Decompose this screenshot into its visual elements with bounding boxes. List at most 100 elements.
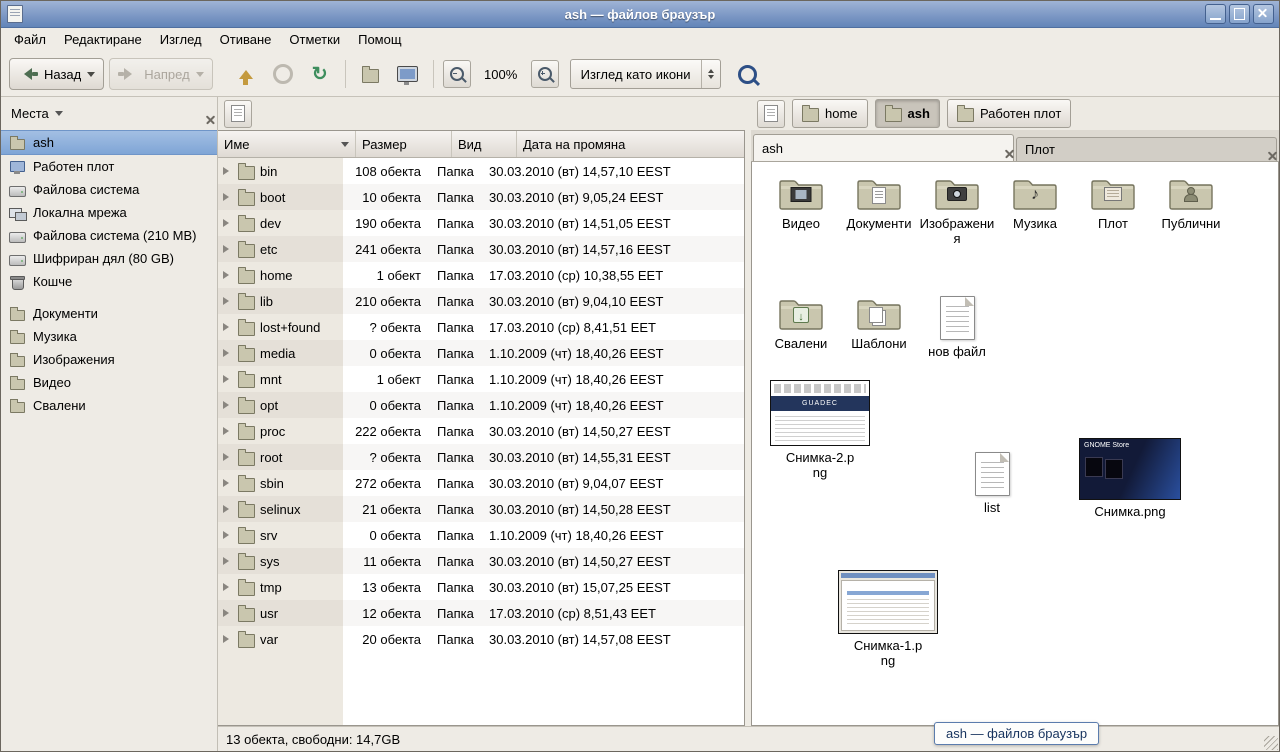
column-header-size[interactable]: Размер bbox=[356, 131, 452, 157]
window-app-icon[interactable] bbox=[7, 5, 23, 23]
table-row[interactable]: tmp 13 обекта Папка 30.03.2010 (вт) 15,0… bbox=[218, 574, 744, 600]
table-row[interactable]: usr 12 обекта Папка 17.03.2010 (ср) 8,51… bbox=[218, 600, 744, 626]
expander-icon[interactable] bbox=[223, 323, 233, 331]
expander-icon[interactable] bbox=[223, 401, 233, 409]
expander-icon[interactable] bbox=[223, 297, 233, 305]
breadcrumb-desktop[interactable]: Работен плот bbox=[947, 99, 1071, 128]
table-row[interactable]: root ? обекта Папка 30.03.2010 (вт) 14,5… bbox=[218, 444, 744, 470]
sidebar-item-desktop[interactable]: Работен плот bbox=[1, 155, 217, 178]
expander-icon[interactable] bbox=[223, 453, 233, 461]
menu-bookmarks[interactable]: Отметки bbox=[280, 28, 349, 52]
expander-icon[interactable] bbox=[223, 531, 233, 539]
table-row[interactable]: media 0 обекта Папка 1.10.2009 (чт) 18,4… bbox=[218, 340, 744, 366]
expander-icon[interactable] bbox=[223, 271, 233, 279]
expander-icon[interactable] bbox=[223, 427, 233, 435]
icon-view[interactable]: Видео Документи Изображения Музи bbox=[751, 162, 1279, 726]
resize-grip[interactable] bbox=[1264, 736, 1278, 750]
pathbar-toggle-button[interactable] bbox=[757, 100, 785, 128]
expander-icon[interactable] bbox=[223, 583, 233, 591]
tab-close-button[interactable] bbox=[1003, 147, 1005, 149]
table-row[interactable]: etc 241 обекта Папка 30.03.2010 (вт) 14,… bbox=[218, 236, 744, 262]
maximize-button[interactable] bbox=[1229, 4, 1250, 24]
zoom-in-button[interactable] bbox=[531, 60, 559, 88]
sidebar-item-downloads[interactable]: Свалени bbox=[1, 394, 217, 417]
table-row[interactable]: srv 0 обекта Папка 1.10.2009 (чт) 18,40,… bbox=[218, 522, 744, 548]
icon-item-music[interactable]: Музика bbox=[996, 174, 1074, 246]
sidebar-close-button[interactable] bbox=[203, 112, 207, 116]
table-row[interactable]: proc 222 обекта Папка 30.03.2010 (вт) 14… bbox=[218, 418, 744, 444]
icon-item-desktop[interactable]: Плот bbox=[1074, 174, 1152, 246]
close-button[interactable] bbox=[1253, 4, 1274, 24]
titlebar[interactable]: ash — файлов браузър bbox=[1, 1, 1279, 28]
back-dropdown-icon[interactable] bbox=[87, 72, 95, 81]
table-row[interactable]: lost+found ? обекта Папка 17.03.2010 (ср… bbox=[218, 314, 744, 340]
tab-plot[interactable]: Плот bbox=[1016, 137, 1277, 161]
minimize-button[interactable] bbox=[1205, 4, 1226, 24]
breadcrumb-ash[interactable]: ash bbox=[875, 99, 940, 128]
sidebar-item-filesystem-210mb[interactable]: Файлова система (210 MB) bbox=[1, 224, 217, 247]
zoom-out-button[interactable] bbox=[443, 60, 471, 88]
expander-icon[interactable] bbox=[223, 349, 233, 357]
breadcrumb-home[interactable]: home bbox=[792, 99, 868, 128]
table-row[interactable]: opt 0 обекта Папка 1.10.2009 (чт) 18,40,… bbox=[218, 392, 744, 418]
file-item-snimka-2[interactable]: GUADEC Снимка-2.png bbox=[768, 380, 872, 480]
file-item-snimka-1[interactable]: Снимка-1.png bbox=[836, 570, 940, 668]
table-row[interactable]: mnt 1 обект Папка 1.10.2009 (чт) 18,40,2… bbox=[218, 366, 744, 392]
stop-button[interactable] bbox=[267, 58, 299, 90]
forward-button[interactable]: Напред bbox=[109, 58, 212, 90]
menu-edit[interactable]: Редактиране bbox=[55, 28, 151, 52]
table-row[interactable]: var 20 обекта Папка 30.03.2010 (вт) 14,5… bbox=[218, 626, 744, 652]
view-mode-select[interactable]: Изглед като икони bbox=[570, 59, 721, 89]
expander-icon[interactable] bbox=[223, 635, 233, 643]
expander-icon[interactable] bbox=[223, 193, 233, 201]
menu-file[interactable]: Файл bbox=[5, 28, 55, 52]
expander-icon[interactable] bbox=[223, 505, 233, 513]
expander-icon[interactable] bbox=[223, 219, 233, 227]
expander-icon[interactable] bbox=[223, 375, 233, 383]
file-item-list[interactable]: list bbox=[960, 450, 1024, 515]
expander-icon[interactable] bbox=[223, 479, 233, 487]
icon-item-documents[interactable]: Документи bbox=[840, 174, 918, 246]
icon-item-video[interactable]: Видео bbox=[762, 174, 840, 246]
file-item-snimka[interactable]: GNOME Store Снимка.png bbox=[1078, 438, 1182, 519]
expander-icon[interactable] bbox=[223, 609, 233, 617]
table-row[interactable]: bin 108 обекта Папка 30.03.2010 (вт) 14,… bbox=[218, 158, 744, 184]
sidebar-item-documents[interactable]: Документи bbox=[1, 302, 217, 325]
expander-icon[interactable] bbox=[223, 167, 233, 175]
computer-button[interactable] bbox=[392, 58, 424, 90]
table-row[interactable]: selinux 21 обекта Папка 30.03.2010 (вт) … bbox=[218, 496, 744, 522]
table-row[interactable]: home 1 обект Папка 17.03.2010 (ср) 10,38… bbox=[218, 262, 744, 288]
column-header-date[interactable]: Дата на промяна bbox=[517, 131, 744, 157]
table-row[interactable]: sys 11 обекта Папка 30.03.2010 (вт) 14,5… bbox=[218, 548, 744, 574]
icon-item-public[interactable]: Публични bbox=[1152, 174, 1230, 246]
forward-dropdown-icon[interactable] bbox=[196, 72, 204, 81]
column-header-name[interactable]: Име bbox=[218, 131, 356, 157]
pathbar-toggle-button[interactable] bbox=[224, 100, 252, 128]
column-header-type[interactable]: Вид bbox=[452, 131, 517, 157]
home-button[interactable] bbox=[355, 58, 387, 90]
icon-item-pictures[interactable]: Изображения bbox=[918, 174, 996, 246]
sidebar-item-filesystem[interactable]: Файлова система bbox=[1, 178, 217, 201]
table-row[interactable]: sbin 272 обекта Папка 30.03.2010 (вт) 9,… bbox=[218, 470, 744, 496]
table-row[interactable]: dev 190 обекта Папка 30.03.2010 (вт) 14,… bbox=[218, 210, 744, 236]
sidebar-item-pictures[interactable]: Изображения bbox=[1, 348, 217, 371]
sidebar-dropdown-icon[interactable] bbox=[55, 111, 63, 120]
search-button[interactable] bbox=[732, 58, 764, 90]
expander-icon[interactable] bbox=[223, 557, 233, 565]
sidebar-item-video[interactable]: Видео bbox=[1, 371, 217, 394]
expander-icon[interactable] bbox=[223, 245, 233, 253]
table-row[interactable]: lib 210 обекта Папка 30.03.2010 (вт) 9,0… bbox=[218, 288, 744, 314]
icon-item-templates[interactable]: Шаблони bbox=[840, 294, 918, 359]
tab-close-button[interactable] bbox=[1266, 149, 1268, 151]
up-button[interactable] bbox=[230, 58, 262, 90]
sidebar-item-music[interactable]: Музика bbox=[1, 325, 217, 348]
back-button[interactable]: Назад bbox=[9, 58, 104, 90]
menu-help[interactable]: Помощ bbox=[349, 28, 410, 52]
sidebar-item-trash[interactable]: Кошче bbox=[1, 270, 217, 293]
icon-item-new-file[interactable]: нов файл bbox=[918, 294, 996, 359]
sidebar-title[interactable]: Места bbox=[11, 106, 49, 121]
table-row[interactable]: boot 10 обекта Папка 30.03.2010 (вт) 9,0… bbox=[218, 184, 744, 210]
sidebar-item-network[interactable]: Локална мрежа bbox=[1, 201, 217, 224]
icon-item-downloads[interactable]: Свалени bbox=[762, 294, 840, 359]
menu-view[interactable]: Изглед bbox=[151, 28, 211, 52]
